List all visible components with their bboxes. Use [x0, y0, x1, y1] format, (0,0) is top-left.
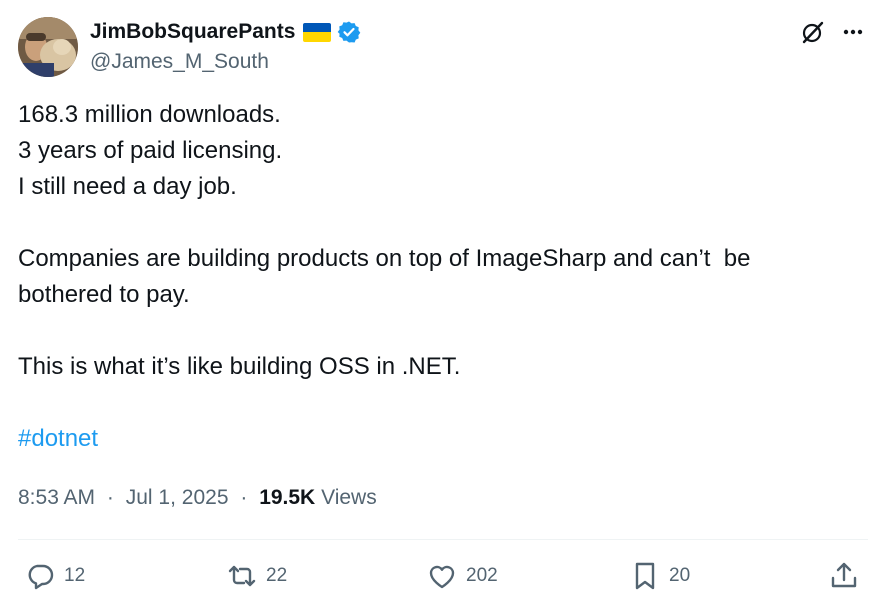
views-count[interactable]: 19.5K: [259, 486, 315, 509]
more-options-icon[interactable]: [840, 19, 866, 45]
tweet-line: 168.3 million downloads.: [18, 101, 281, 128]
tweet-card: JimBobSquarePants @James_M_South 168.3 m…: [0, 0, 894, 603]
verified-badge-icon[interactable]: [337, 20, 361, 44]
tweet-text: 168.3 million downloads. 3 years of paid…: [18, 97, 878, 457]
hashtag-link[interactable]: #dotnet: [18, 421, 878, 457]
tweet-date[interactable]: Jul 1, 2025: [126, 486, 229, 509]
divider: [18, 539, 868, 540]
bookmark-icon: [635, 562, 655, 590]
heart-icon: [429, 565, 455, 589]
like-button[interactable]: 202: [426, 556, 498, 596]
paragraph-break: [18, 385, 878, 421]
reply-icon: [28, 564, 54, 590]
tweet-line: This is what it’s like building OSS in .…: [18, 353, 461, 380]
author-name-row: JimBobSquarePants: [90, 17, 361, 47]
reply-count: 12: [64, 565, 86, 586]
tweet-line: bothered to pay.: [18, 281, 190, 308]
avatar[interactable]: [18, 17, 78, 77]
repost-button[interactable]: 22: [226, 556, 287, 596]
tweet-line: I still need a day job.: [18, 173, 237, 200]
tweet-meta: 8:53 AM · Jul 1, 2025 · 19.5K Views: [18, 481, 377, 515]
meta-separator: ·: [106, 486, 114, 509]
ukraine-flag-icon: [303, 22, 332, 42]
paragraph-break: [18, 205, 878, 241]
reply-button[interactable]: 12: [24, 556, 85, 596]
action-bar: 12 22 202 20: [0, 556, 894, 596]
repost-count: 22: [266, 565, 288, 586]
share-button[interactable]: [828, 556, 860, 596]
like-count: 202: [466, 565, 498, 586]
views-label: Views: [321, 486, 377, 509]
author-handle[interactable]: @James_M_South: [90, 48, 269, 76]
paragraph-break: [18, 313, 878, 349]
tweet-line: 3 years of paid licensing.: [18, 137, 283, 164]
bookmark-count: 20: [669, 565, 691, 586]
bookmark-button[interactable]: 20: [629, 556, 690, 596]
tweet-time[interactable]: 8:53 AM: [18, 486, 95, 509]
meta-separator: ·: [240, 486, 248, 509]
grok-icon[interactable]: [800, 19, 826, 45]
share-icon: [831, 562, 857, 588]
repost-icon: [228, 565, 256, 587]
author-display-name[interactable]: JimBobSquarePants: [90, 17, 295, 47]
avatar-image: [18, 17, 78, 77]
tweet-line: Companies are building products on top o…: [18, 245, 751, 272]
